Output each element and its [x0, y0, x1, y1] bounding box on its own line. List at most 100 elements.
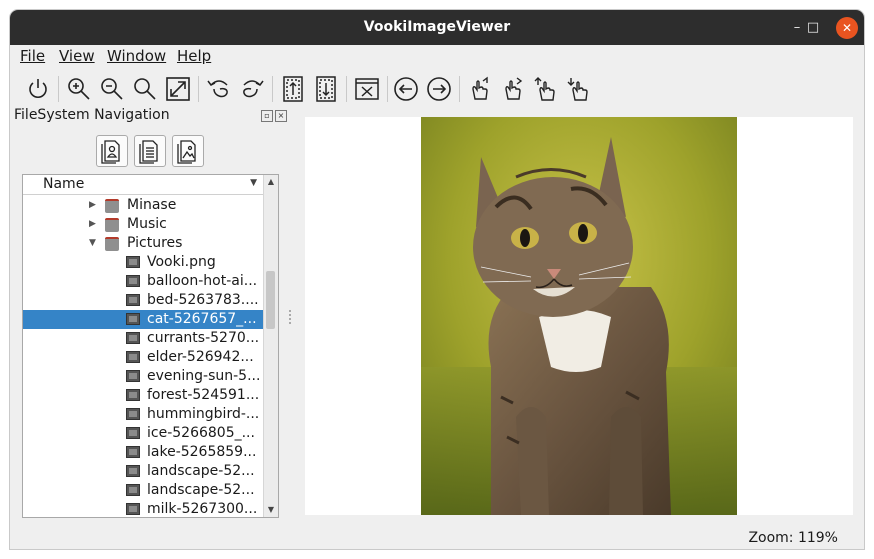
scroll-up-arrow-icon[interactable]: ▲ [264, 175, 278, 189]
sort-indicator-icon: ▼ [250, 178, 257, 188]
folder-icon [105, 218, 119, 232]
menu-bar: File View Window Help [10, 45, 864, 68]
tree-row-label: hummingbird-... [147, 406, 260, 422]
tree-row-label: landscape-52... [147, 482, 255, 498]
tree-row-label: ice-5266805_... [147, 425, 255, 441]
zoom-reset-icon[interactable] [131, 75, 159, 103]
rotate-left-icon[interactable] [205, 75, 233, 103]
tree-file-row[interactable]: evening-sun-5... [23, 367, 263, 386]
tree-row-label: balloon-hot-ai... [147, 273, 258, 289]
image-file-icon [126, 351, 140, 363]
image-file-icon [126, 465, 140, 477]
image-file-icon [126, 503, 140, 515]
scrollbar-thumb[interactable] [266, 271, 275, 329]
tree-file-row[interactable]: currants-5270... [23, 329, 263, 348]
close-button[interactable]: ✕ [836, 17, 858, 39]
scroll-down-arrow-icon[interactable]: ▼ [264, 503, 278, 517]
tree-header-label: Name [43, 176, 85, 192]
toolbar-separator [387, 76, 388, 102]
dock-close-button[interactable]: × [275, 110, 287, 122]
previous-icon[interactable] [392, 75, 420, 103]
tree-row-label: bed-5263783.... [147, 292, 259, 308]
tree-folder-row[interactable]: ▶ Minase [23, 196, 263, 215]
next-icon[interactable] [425, 75, 453, 103]
flip-vertical-icon[interactable] [279, 75, 307, 103]
home-folder-button[interactable] [96, 135, 128, 167]
tree-row-label: Minase [127, 197, 177, 213]
image-file-icon [126, 408, 140, 420]
scroll-left-icon[interactable] [532, 75, 560, 103]
image-viewer[interactable] [305, 117, 853, 515]
tree-file-row[interactable]: cat-5267657_... [23, 310, 263, 329]
tree-row-label: currants-5270... [147, 330, 260, 346]
fit-window-icon[interactable] [164, 75, 192, 103]
tree-row-label: Pictures [127, 235, 183, 251]
toolbar-separator [58, 76, 59, 102]
menu-view[interactable]: View [59, 47, 95, 65]
tree-file-row[interactable]: Vooki.png [23, 253, 263, 272]
tree-file-row[interactable]: balloon-hot-ai... [23, 272, 263, 291]
rotate-right-icon[interactable] [238, 75, 266, 103]
pictures-folder-button[interactable] [172, 135, 204, 167]
tree-row-label: Vooki.png [147, 254, 216, 270]
toolbar-separator [198, 76, 199, 102]
flip-horizontal-icon[interactable] [312, 75, 340, 103]
tree-file-row[interactable]: hummingbird-... [23, 405, 263, 424]
expand-arrow-icon[interactable]: ▶ [89, 219, 96, 229]
scroll-up-icon[interactable] [466, 75, 494, 103]
documents-folder-button[interactable] [134, 135, 166, 167]
splitter-handle[interactable] [289, 310, 293, 324]
tree-row-label: cat-5267657_... [147, 311, 257, 327]
expand-arrow-icon[interactable]: ▶ [89, 200, 96, 210]
zoom-status: Zoom: 119% [748, 530, 838, 546]
tree-scrollbar[interactable]: ▲ ▼ [263, 175, 278, 517]
image-file-icon [126, 389, 140, 401]
menu-window-label: Window [107, 47, 167, 65]
scroll-right-icon[interactable] [565, 75, 593, 103]
full-screen-icon[interactable] [353, 75, 381, 103]
tree-file-row[interactable]: ice-5266805_... [23, 424, 263, 443]
tree-row-label: forest-524591... [147, 387, 260, 403]
toolbar [10, 68, 864, 106]
menu-window[interactable]: Window [107, 47, 166, 65]
menu-help-label: Help [177, 47, 212, 65]
tree-file-row[interactable]: milk-5267300... [23, 500, 263, 517]
maximize-button[interactable]: □ [802, 17, 824, 39]
tree-file-row[interactable]: lake-5265859... [23, 443, 263, 462]
folder-icon [105, 237, 119, 251]
menu-help[interactable]: Help [177, 47, 211, 65]
tree-file-row[interactable]: forest-524591... [23, 386, 263, 405]
dock-float-button[interactable]: ▫ [261, 110, 273, 122]
image-file-icon [126, 256, 140, 268]
image-file-icon [126, 294, 140, 306]
title-bar[interactable]: VookiImageViewer – □ ✕ [10, 10, 864, 45]
file-tree[interactable]: Name ▼ ▶ Minase ▶ Music ▼ Pictures Vooki.png ba… [22, 174, 279, 518]
main-window: VookiImageViewer – □ ✕ File View Window … [10, 10, 864, 549]
menu-file[interactable]: File [20, 47, 45, 65]
folder-icon [105, 199, 119, 213]
tree-folder-row[interactable]: ▶ Music [23, 215, 263, 234]
image-file-icon [126, 370, 140, 382]
tree-row-label: lake-5265859... [147, 444, 257, 460]
zoom-out-icon[interactable] [98, 75, 126, 103]
tree-file-row[interactable]: landscape-52... [23, 462, 263, 481]
tree-file-row[interactable]: elder-526942... [23, 348, 263, 367]
tree-row-label: elder-526942... [147, 349, 254, 365]
power-icon[interactable] [24, 75, 52, 103]
tree-file-row[interactable]: landscape-52... [23, 481, 263, 500]
image-file-icon [126, 427, 140, 439]
collapse-arrow-icon[interactable]: ▼ [89, 238, 96, 248]
tree-row-label: milk-5267300... [147, 501, 258, 517]
zoom-in-icon[interactable] [65, 75, 93, 103]
scroll-down-icon[interactable] [499, 75, 527, 103]
image-file-icon [126, 332, 140, 344]
cat-photo [421, 117, 737, 515]
image-file-icon [126, 275, 140, 287]
menu-file-label: File [20, 47, 46, 65]
tree-folder-row[interactable]: ▼ Pictures [23, 234, 263, 253]
tree-file-row[interactable]: bed-5263783.... [23, 291, 263, 310]
window-title: VookiImageViewer [363, 19, 511, 35]
image-file-icon [126, 313, 140, 325]
tree-header[interactable]: Name ▼ [23, 175, 263, 195]
dock-title: FileSystem Navigation [14, 107, 170, 123]
